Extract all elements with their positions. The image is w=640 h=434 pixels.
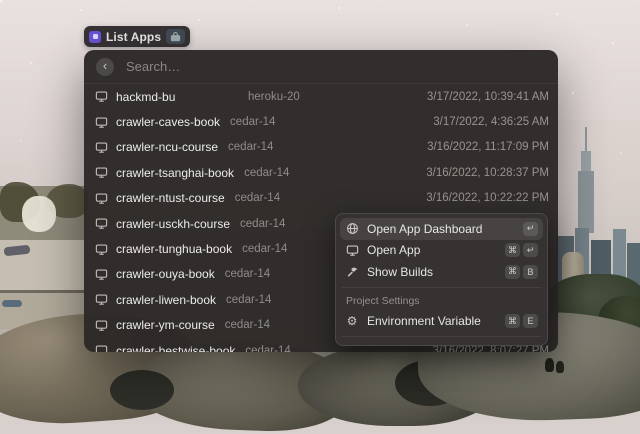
keycap: ↵ bbox=[523, 221, 538, 236]
wall-highlight bbox=[22, 196, 56, 232]
app-name: crawler-usckh-course bbox=[116, 216, 231, 231]
search-bar: ‹ bbox=[84, 50, 558, 84]
app-updated: 3/17/2022, 4:36:25 AM bbox=[433, 116, 549, 129]
app-name: crawler-caves-book bbox=[116, 115, 221, 130]
action-label: Environment Variable bbox=[367, 314, 481, 329]
rock-shadow bbox=[110, 370, 174, 410]
app-stack: heroku-20 bbox=[248, 90, 300, 103]
shortcut-keys: ⌘ E bbox=[505, 314, 538, 329]
action-item[interactable]: Open App Dashboard ↵ bbox=[340, 218, 543, 240]
bag-icon-svg bbox=[170, 31, 181, 41]
monitor-icon bbox=[95, 217, 108, 230]
app-name: crawler-ncu-course bbox=[116, 140, 219, 155]
panel-divider bbox=[342, 286, 541, 288]
shortcut-keys: ↵ bbox=[523, 221, 538, 236]
film-grain bbox=[0, 0, 2, 2]
monitor-icon bbox=[95, 116, 108, 129]
app-stack: cedar-14 bbox=[228, 141, 274, 154]
action-list: Open App Dashboard ↵ Open App ⌘ ↵ Show Bu… bbox=[340, 218, 543, 283]
app-row[interactable]: hackmd-bu heroku-20 3/17/2022, 10:39:41 … bbox=[84, 84, 558, 109]
shortcut-keys: ⌘ B bbox=[505, 264, 538, 279]
action-item[interactable]: ⚙ Environment Variable ⌘ E bbox=[340, 311, 543, 333]
person-silhouette bbox=[545, 358, 554, 372]
keycap: E bbox=[523, 314, 538, 329]
shortcut-keys: ⌘ ↵ bbox=[505, 243, 538, 258]
keycap: ⌘ bbox=[505, 243, 520, 258]
panel-sections: Project Settings ⚙ Environment Variable … bbox=[340, 292, 543, 333]
panel-divider bbox=[342, 336, 541, 337]
monitor-icon bbox=[95, 166, 108, 179]
extension-icon-glyph bbox=[92, 34, 98, 39]
monitor-icon bbox=[95, 293, 108, 306]
app-stack: cedar-14 bbox=[240, 217, 286, 230]
command-pill[interactable]: List Apps bbox=[84, 26, 191, 47]
app-updated: 3/16/2022, 10:28:37 PM bbox=[426, 166, 549, 179]
app-row[interactable]: crawler-tsanghai-book cedar-14 3/16/2022… bbox=[84, 160, 558, 185]
keycap: ⌘ bbox=[505, 264, 520, 279]
monitor-icon bbox=[95, 268, 108, 281]
app-updated: 3/16/2022, 11:17:09 PM bbox=[427, 141, 549, 154]
action-label: Open App bbox=[367, 243, 421, 258]
person-silhouette bbox=[556, 361, 564, 373]
monitor-icon bbox=[95, 141, 108, 154]
app-name: crawler-ouya-book bbox=[116, 267, 215, 282]
monitor-icon bbox=[95, 90, 108, 103]
app-stack: cedar-14 bbox=[245, 344, 291, 352]
monitor-icon bbox=[95, 243, 108, 256]
app-stack: cedar-14 bbox=[224, 319, 271, 332]
app-name: crawler-bestwise-book bbox=[116, 343, 236, 352]
back-button[interactable]: ‹ bbox=[96, 57, 114, 76]
action-panel: Open App Dashboard ↵ Open App ⌘ ↵ Show Bu… bbox=[335, 213, 548, 346]
app-row[interactable]: crawler-caves-book cedar-14 3/17/2022, 4… bbox=[84, 109, 558, 134]
app-name: crawler-ym-course bbox=[116, 318, 215, 333]
hammer-icon bbox=[345, 265, 359, 278]
skyscraper-tier bbox=[581, 151, 591, 173]
action-label: Show Builds bbox=[367, 264, 434, 279]
action-label: Open App Dashboard bbox=[367, 221, 483, 236]
globe-icon bbox=[345, 222, 359, 235]
app-stack: cedar-14 bbox=[234, 192, 281, 205]
skyscraper-body bbox=[578, 171, 594, 233]
app-stack: cedar-14 bbox=[226, 293, 272, 306]
action-search-input[interactable] bbox=[340, 341, 543, 345]
monitor-icon bbox=[95, 344, 108, 352]
graffiti bbox=[2, 300, 22, 307]
keycap: B bbox=[523, 264, 538, 279]
keycap: ↵ bbox=[523, 243, 538, 258]
app-row[interactable]: crawler-ncu-course cedar-14 3/16/2022, 1… bbox=[84, 135, 558, 160]
app-stack: cedar-14 bbox=[244, 166, 290, 179]
monitor-icon bbox=[95, 319, 108, 332]
app-stack: cedar-14 bbox=[242, 243, 288, 256]
action-item[interactable]: Show Builds ⌘ B bbox=[340, 261, 543, 283]
app-updated: 3/17/2022, 10:39:41 AM bbox=[426, 90, 549, 103]
app-name: crawler-tsanghai-book bbox=[116, 165, 235, 180]
action-item[interactable]: Open App ⌘ ↵ bbox=[340, 240, 543, 262]
keycap: ⌘ bbox=[505, 314, 520, 329]
app-updated: 3/16/2022, 10:22:22 PM bbox=[426, 192, 549, 205]
monitor-icon bbox=[345, 244, 359, 257]
extension-icon bbox=[89, 30, 101, 43]
app-stack: cedar-14 bbox=[224, 268, 271, 281]
monitor-icon bbox=[95, 192, 108, 205]
bag-icon bbox=[166, 29, 186, 44]
app-name: crawler-tunghua-book bbox=[116, 242, 233, 257]
gear-icon: ⚙ bbox=[346, 314, 358, 329]
chevron-left-icon: ‹ bbox=[102, 58, 108, 73]
app-name: crawler-liwen-book bbox=[116, 292, 217, 307]
app-row[interactable]: crawler-ntust-course cedar-14 3/16/2022,… bbox=[84, 186, 558, 211]
search-input[interactable] bbox=[124, 58, 546, 75]
app-stack: cedar-14 bbox=[230, 116, 276, 129]
command-pill-label: List Apps bbox=[106, 29, 162, 44]
section-label: Project Settings bbox=[346, 294, 420, 307]
app-name: crawler-ntust-course bbox=[116, 191, 225, 206]
app-name: hackmd-bu bbox=[116, 89, 176, 104]
